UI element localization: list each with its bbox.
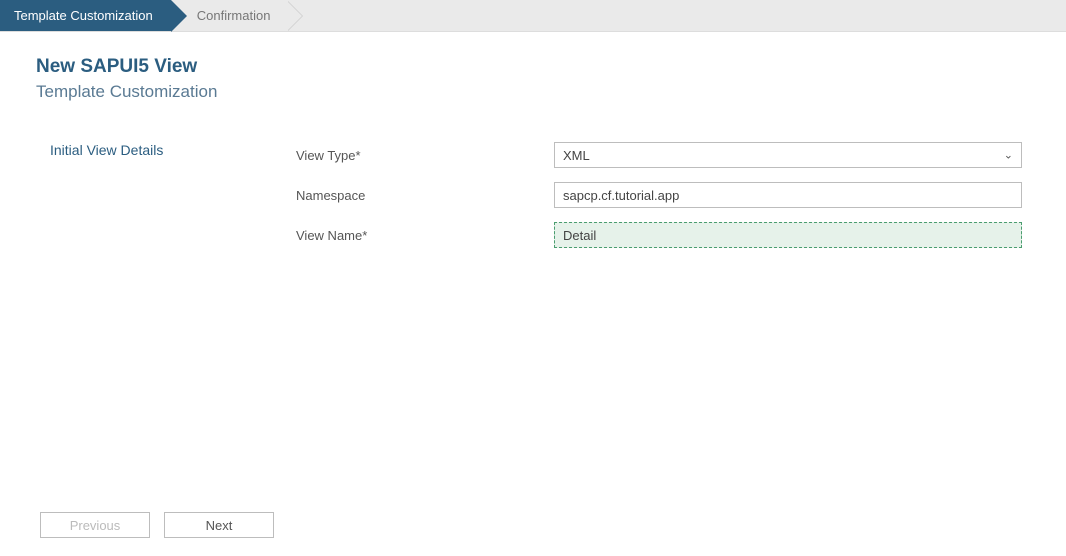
label-view-name: View Name*	[296, 228, 554, 243]
form-row-view-name: View Name*	[296, 222, 1022, 248]
wizard-step-confirmation[interactable]: Confirmation	[171, 0, 289, 31]
namespace-input[interactable]	[554, 182, 1022, 208]
next-button[interactable]: Next	[164, 512, 274, 538]
wizard-steps-bar: Template Customization Confirmation	[0, 0, 1066, 32]
view-type-value: XML	[563, 148, 590, 163]
footer-buttons: Previous Next	[40, 512, 274, 538]
control-view-name	[554, 222, 1022, 248]
wizard-step-label: Confirmation	[197, 8, 271, 23]
page-title: New SAPUI5 View	[36, 56, 1046, 78]
control-namespace	[554, 182, 1022, 208]
form-area: Initial View Details View Type* XML ⌄ Na…	[36, 142, 1046, 262]
control-view-type: XML ⌄	[554, 142, 1022, 168]
chevron-down-icon: ⌄	[1004, 149, 1013, 162]
section-title: Initial View Details	[36, 142, 296, 262]
previous-button[interactable]: Previous	[40, 512, 150, 538]
wizard-step-label: Template Customization	[14, 8, 153, 23]
page-subtitle: Template Customization	[36, 82, 1046, 102]
content-area: New SAPUI5 View Template Customization I…	[0, 32, 1066, 262]
form-rows: View Type* XML ⌄ Namespace View Name*	[296, 142, 1046, 262]
form-row-view-type: View Type* XML ⌄	[296, 142, 1022, 168]
view-type-select[interactable]: XML ⌄	[554, 142, 1022, 168]
form-row-namespace: Namespace	[296, 182, 1022, 208]
view-name-input[interactable]	[554, 222, 1022, 248]
label-view-type: View Type*	[296, 148, 554, 163]
label-namespace: Namespace	[296, 188, 554, 203]
wizard-step-template-customization[interactable]: Template Customization	[0, 0, 171, 31]
